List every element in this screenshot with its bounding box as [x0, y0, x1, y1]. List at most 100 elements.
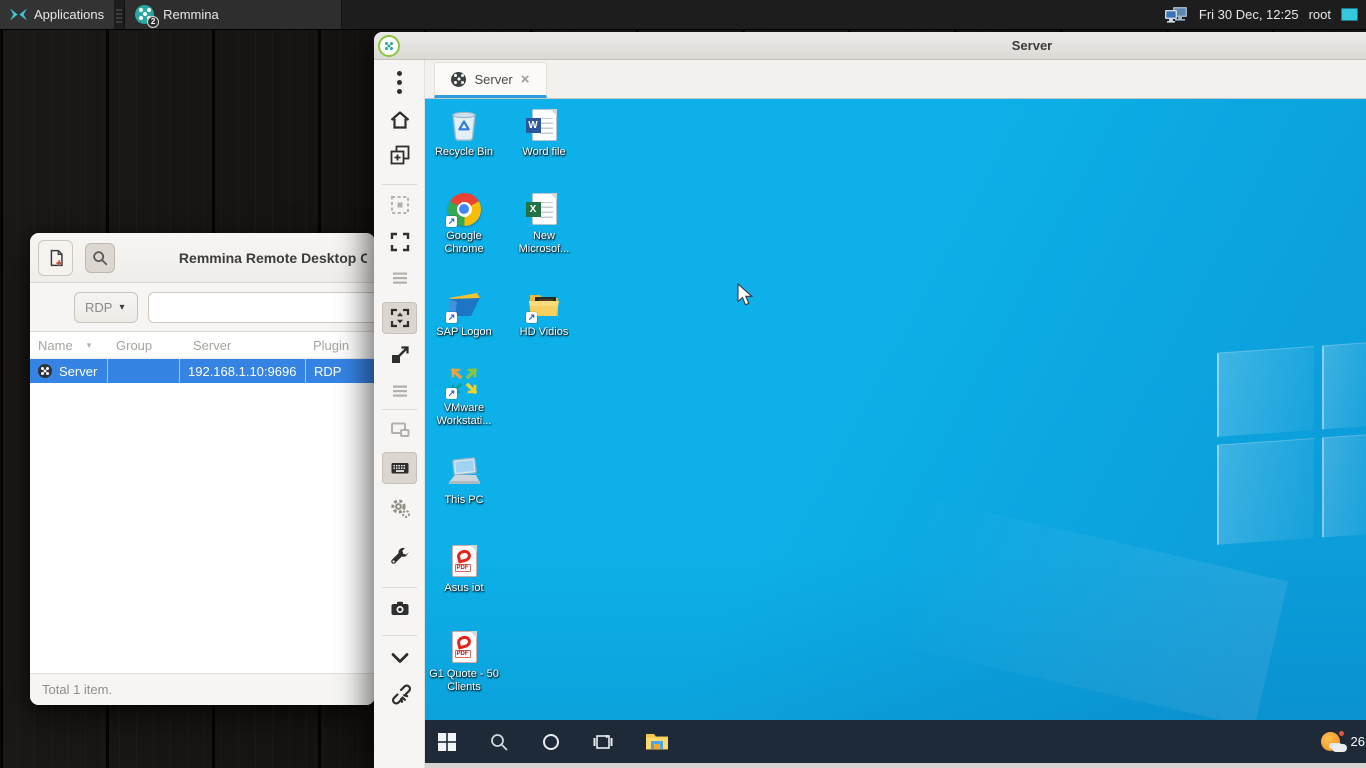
scaled-mode-icon[interactable] — [382, 339, 417, 371]
multi-monitor-icon[interactable] — [382, 414, 417, 446]
file-explorer-button[interactable] — [635, 720, 679, 763]
toolbar-separator — [382, 635, 417, 636]
toolbar-separator — [382, 184, 417, 185]
mouse-cursor — [737, 283, 754, 307]
column-header-server[interactable]: Server — [180, 338, 306, 353]
taskbar-tray: 26 — [1321, 720, 1366, 763]
shortcut-arrow-icon: ↗ — [446, 312, 457, 323]
search-icon — [489, 732, 509, 752]
desktop-icon-hd-vidios[interactable]: ↗ HD Vidios — [508, 287, 580, 339]
taskbar-search-button[interactable] — [477, 720, 521, 763]
desktop-icon-word-file[interactable]: W Word file — [508, 107, 580, 159]
rdp-remote-screen[interactable]: Recycle Bin W Word file ↗ — [425, 99, 1366, 768]
grab-keyboard-icon[interactable] — [382, 452, 417, 484]
remmina-main-window: Remmina Remote Desktop C RDP ▾ Name ▾ Gr… — [30, 233, 375, 705]
remmina-viewer-window: Server — [374, 32, 1366, 768]
screenshot-camera-icon[interactable] — [382, 593, 417, 625]
remmina-connection-icon — [38, 364, 52, 378]
display-settings-icon[interactable] — [1163, 5, 1189, 25]
close-icon[interactable]: × — [521, 72, 530, 87]
row-name: Server — [59, 364, 97, 379]
connection-list-empty-area — [30, 383, 375, 705]
fit-window-icon[interactable] — [382, 189, 417, 221]
panel-user: root — [1309, 7, 1331, 22]
video-folder-icon: ↗ — [526, 287, 562, 323]
fullscreen-icon[interactable] — [382, 226, 417, 258]
desktop-icon-new-microsoft-excel[interactable]: X New Microsof... — [508, 191, 580, 256]
desktop-icon-this-pc[interactable]: This PC — [428, 455, 500, 507]
cortana-icon — [541, 732, 561, 752]
panel-clock[interactable]: Fri 30 Dec, 12:25 — [1199, 7, 1299, 22]
desktop-icon-recycle-bin[interactable]: Recycle Bin — [428, 107, 500, 159]
protocol-value: RDP — [85, 300, 112, 315]
temperature-value[interactable]: 26 — [1351, 734, 1365, 749]
viewer-titlebar[interactable]: Server — [374, 32, 1366, 60]
viewer-toolbar — [374, 60, 425, 768]
column-header-plugin[interactable]: Plugin — [306, 338, 375, 353]
shortcut-arrow-icon: ↗ — [526, 312, 537, 323]
windows-taskbar: 26 — [425, 720, 1366, 763]
window-button-label: Remmina — [163, 7, 219, 22]
column-header-name[interactable]: Name ▾ — [30, 338, 108, 353]
panel-separator-grip — [116, 7, 122, 23]
dynamic-resolution-icon[interactable] — [382, 302, 417, 334]
applications-menu-button[interactable]: Applications — [0, 0, 114, 29]
viewer-tab-bar: Server × — [425, 60, 1366, 99]
desktop-icon-sap-logon[interactable]: ↗ SAP Logon — [428, 287, 500, 339]
desktop-icon-vmware-workstation[interactable]: ↗ VMware Workstati... — [428, 363, 500, 428]
cortana-button[interactable] — [529, 720, 573, 763]
row-group — [108, 359, 180, 383]
kebab-menu-icon[interactable] — [382, 66, 417, 98]
shortcut-arrow-icon: ↗ — [446, 216, 457, 227]
start-icon — [438, 733, 456, 751]
start-button[interactable] — [425, 720, 469, 763]
sap-logon-icon: ↗ — [446, 287, 482, 323]
task-view-button[interactable] — [581, 720, 625, 763]
desktop-icon-google-chrome[interactable]: ↗ Google Chrome — [428, 191, 500, 256]
toolbar-lines-icon[interactable] — [382, 375, 417, 407]
desktop-icon-g1-quote[interactable]: PDF G1 Quote - 50 Clients — [428, 629, 500, 694]
protocol-dropdown[interactable]: RDP ▾ — [74, 292, 138, 323]
panel-right: Fri 30 Dec, 12:25 root — [1163, 0, 1366, 29]
chevron-down-icon: ▾ — [119, 302, 124, 313]
windows-wallpaper-logo — [1217, 341, 1366, 545]
taskbar-window-button-remmina[interactable]: 2 Remmina — [124, 0, 342, 29]
shortcut-arrow-icon: ↗ — [446, 388, 457, 399]
search-input[interactable] — [148, 292, 375, 323]
panel-left: Applications 2 Remmina — [0, 0, 342, 29]
toolbar-lines-icon[interactable] — [382, 262, 417, 294]
home-icon[interactable] — [382, 104, 417, 136]
recycle-bin-icon — [446, 107, 482, 143]
desktop-icon-asus-iot[interactable]: PDF Asus iot — [428, 543, 500, 595]
tools-wrench-icon[interactable] — [382, 541, 417, 573]
window-title: Remmina Remote Desktop C — [179, 250, 367, 266]
remmina-header-bar[interactable]: Remmina Remote Desktop C — [30, 233, 375, 283]
applications-label: Applications — [34, 7, 104, 22]
preferences-gear-icon[interactable] — [382, 492, 417, 524]
new-connection-icon — [45, 247, 67, 269]
toolbar-separator — [382, 587, 417, 588]
screen: Applications 2 Remmina — [0, 0, 1366, 768]
chrome-icon: ↗ — [446, 191, 482, 227]
remmina-app-icon[interactable] — [378, 35, 400, 57]
weather-icon[interactable] — [1321, 731, 1347, 753]
badge-count: 2 — [147, 16, 159, 28]
new-connection-icon[interactable] — [382, 139, 417, 171]
row-server: 192.168.1.10:9696 — [180, 359, 306, 383]
vmware-workstation-icon: ↗ — [446, 363, 482, 399]
top-panel: Applications 2 Remmina — [0, 0, 1366, 30]
sort-caret-icon: ▾ — [87, 340, 92, 351]
minimize-chevron-icon[interactable] — [382, 642, 417, 674]
search-toggle-button[interactable] — [85, 243, 115, 273]
workspace-indicator-icon[interactable] — [1341, 8, 1358, 21]
toolbar-separator — [382, 409, 417, 410]
tab-server[interactable]: Server × — [434, 62, 547, 98]
connection-row-server[interactable]: Server 192.168.1.10:9696 RDP — [30, 359, 375, 383]
search-icon — [91, 249, 109, 267]
column-header-group[interactable]: Group — [108, 338, 180, 353]
viewer-window-title: Server — [972, 32, 1092, 59]
task-view-icon — [593, 732, 613, 752]
disconnect-link-icon[interactable] — [382, 677, 417, 709]
new-connection-button[interactable] — [38, 240, 73, 276]
search-toolbar: RDP ▾ — [30, 283, 375, 332]
